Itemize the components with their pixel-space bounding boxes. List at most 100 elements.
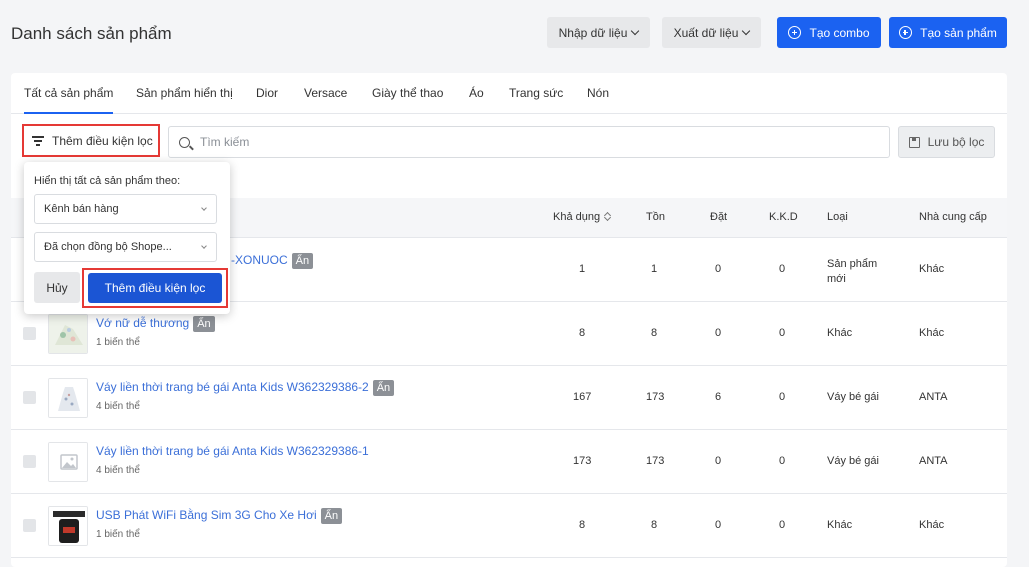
row-checkbox[interactable]: [23, 391, 36, 404]
row-checkbox[interactable]: [23, 519, 36, 532]
chevron-down-icon: [742, 26, 751, 35]
column-kkd: K.K.D: [769, 211, 798, 223]
product-name-link[interactable]: Váy liền thời trang bé gái Anta Kids W36…: [96, 444, 369, 458]
chevron-down-icon: [201, 243, 207, 249]
save-icon: [908, 136, 920, 148]
hidden-badge: Ẩn: [320, 508, 343, 524]
cell-available: 167: [573, 391, 592, 403]
cell-kkd: 0: [779, 519, 786, 531]
export-data-label: Xuất dữ liệu: [673, 25, 739, 40]
cell-kkd: 0: [779, 455, 786, 467]
column-available-label: Khả dụng: [553, 211, 601, 223]
add-filter-label: Thêm điều kiện lọc: [52, 133, 153, 148]
cell-type: Khác: [827, 519, 853, 531]
shopee-sync-value: Đã chọn đồng bộ Shope...: [44, 241, 172, 253]
product-name-link[interactable]: USB Phát WiFi Bằng Sim 3G Cho Xe Hơi Ẩn: [96, 508, 343, 524]
cell-stock: 1: [651, 263, 658, 275]
cell-kkd: 0: [779, 327, 786, 339]
chevron-down-icon: [201, 205, 207, 211]
create-product-label: Tạo sản phẩm: [920, 25, 997, 40]
apply-filter-highlight: Thêm điều kiện lọc: [82, 268, 228, 308]
plus-circle-icon: [899, 26, 913, 39]
product-thumbnail: [48, 314, 88, 354]
table-row[interactable]: USB Phát WiFi Bằng Sim 3G Cho Xe Hơi Ẩn 1…: [11, 494, 1007, 558]
filter-popup: Hiển thị tất cả sản phẩm theo: Kênh bán …: [24, 162, 230, 314]
variant-count: 4 biến thể: [96, 465, 140, 476]
product-name: -XONUOC: [231, 253, 288, 267]
tab-hats[interactable]: Nón: [587, 86, 609, 100]
tab-jewelry[interactable]: Trang sức: [509, 86, 563, 100]
sales-channel-select[interactable]: Kênh bán hàng: [34, 194, 217, 224]
product-name: Váy liền thời trang bé gái Anta Kids W36…: [96, 380, 369, 394]
cell-stock: 173: [646, 391, 665, 403]
tab-bar: Tất cả sản phẩm Sản phẩm hiển thị Dior V…: [11, 73, 1007, 114]
product-list-card: Tất cả sản phẩm Sản phẩm hiển thị Dior V…: [11, 73, 1007, 567]
search-icon: [179, 136, 190, 148]
cell-supplier: Khác: [919, 327, 945, 339]
cell-ordered: 0: [715, 455, 722, 467]
column-ordered: Đặt: [710, 211, 728, 223]
hidden-badge: Ẩn: [372, 380, 395, 396]
cell-supplier: Khác: [919, 519, 945, 531]
cell-available: 8: [579, 519, 586, 531]
page-title: Danh sách sản phẩm: [11, 24, 172, 43]
cell-type: Sản phẩm mới: [827, 258, 878, 285]
chevron-down-icon: [631, 26, 640, 35]
cell-supplier: ANTA: [919, 455, 948, 467]
import-data-label: Nhập dữ liệu: [558, 25, 628, 40]
sort-icon[interactable]: [605, 212, 611, 221]
tab-versace[interactable]: Versace: [304, 86, 347, 100]
tab-visible-products[interactable]: Sản phẩm hiển thị: [136, 86, 233, 100]
product-name: Vớ nữ dễ thương: [96, 316, 190, 330]
tab-shirts[interactable]: Áo: [469, 86, 484, 100]
shopee-sync-select[interactable]: Đã chọn đồng bộ Shope...: [34, 232, 217, 262]
cell-kkd: 0: [779, 263, 786, 275]
column-type: Loại: [827, 211, 848, 223]
row-checkbox[interactable]: [23, 455, 36, 468]
plus-circle-icon: [788, 26, 802, 39]
filter-icon: [32, 136, 44, 146]
product-name-link[interactable]: Váy liền thời trang bé gái Anta Kids W36…: [96, 380, 395, 396]
cell-ordered: 0: [715, 519, 722, 531]
table-row[interactable]: Váy liền thời trang bé gái Anta Kids W36…: [11, 366, 1007, 430]
product-name-link[interactable]: -XONUOC Ẩn: [231, 253, 314, 269]
tab-all-products[interactable]: Tất cả sản phẩm: [24, 86, 114, 114]
cell-stock: 8: [651, 327, 658, 339]
table-row[interactable]: Váy liền thời trang bé gái Anta Kids W36…: [11, 430, 1007, 494]
product-thumbnail: [48, 506, 88, 546]
product-name: USB Phát WiFi Bằng Sim 3G Cho Xe Hơi: [96, 508, 317, 522]
create-product-button[interactable]: Tạo sản phẩm: [889, 17, 1007, 48]
save-filter-button[interactable]: Lưu bộ lọc: [898, 126, 995, 158]
row-checkbox[interactable]: [23, 327, 36, 340]
product-thumbnail: [48, 442, 88, 482]
cell-available: 8: [579, 327, 586, 339]
search-box: [168, 126, 890, 158]
column-available[interactable]: Khả dụng: [553, 211, 611, 223]
product-name: Váy liền thời trang bé gái Anta Kids W36…: [96, 444, 369, 458]
variant-count: 1 biến thể: [96, 337, 140, 348]
search-input[interactable]: [200, 135, 800, 149]
cell-ordered: 0: [715, 263, 722, 275]
cell-type: Váy bé gái: [827, 455, 879, 467]
variant-count: 4 biến thể: [96, 401, 140, 412]
column-stock: Tồn: [646, 211, 665, 223]
import-data-button[interactable]: Nhập dữ liệu: [547, 17, 650, 48]
apply-filter-button[interactable]: Thêm điều kiện lọc: [88, 273, 222, 303]
cancel-button[interactable]: Hủy: [34, 272, 80, 303]
tab-dior[interactable]: Dior: [256, 86, 278, 100]
cell-stock: 173: [646, 455, 665, 467]
image-placeholder-icon: [49, 443, 87, 481]
tab-sneakers[interactable]: Giày thể thao: [372, 86, 443, 100]
add-filter-button[interactable]: Thêm điều kiện lọc: [22, 124, 160, 157]
cell-available: 173: [573, 455, 592, 467]
product-name-link[interactable]: Vớ nữ dễ thương Ẩn: [96, 316, 215, 332]
cell-stock: 8: [651, 519, 658, 531]
export-data-button[interactable]: Xuất dữ liệu: [662, 17, 761, 48]
create-combo-button[interactable]: Tạo combo: [777, 17, 881, 48]
column-supplier: Nhà cung cấp: [919, 211, 987, 223]
cell-ordered: 0: [715, 327, 722, 339]
cell-supplier: ANTA: [919, 391, 948, 403]
variant-count: 1 biến thể: [96, 529, 140, 540]
sales-channel-value: Kênh bán hàng: [44, 203, 119, 215]
cell-kkd: 0: [779, 391, 786, 403]
